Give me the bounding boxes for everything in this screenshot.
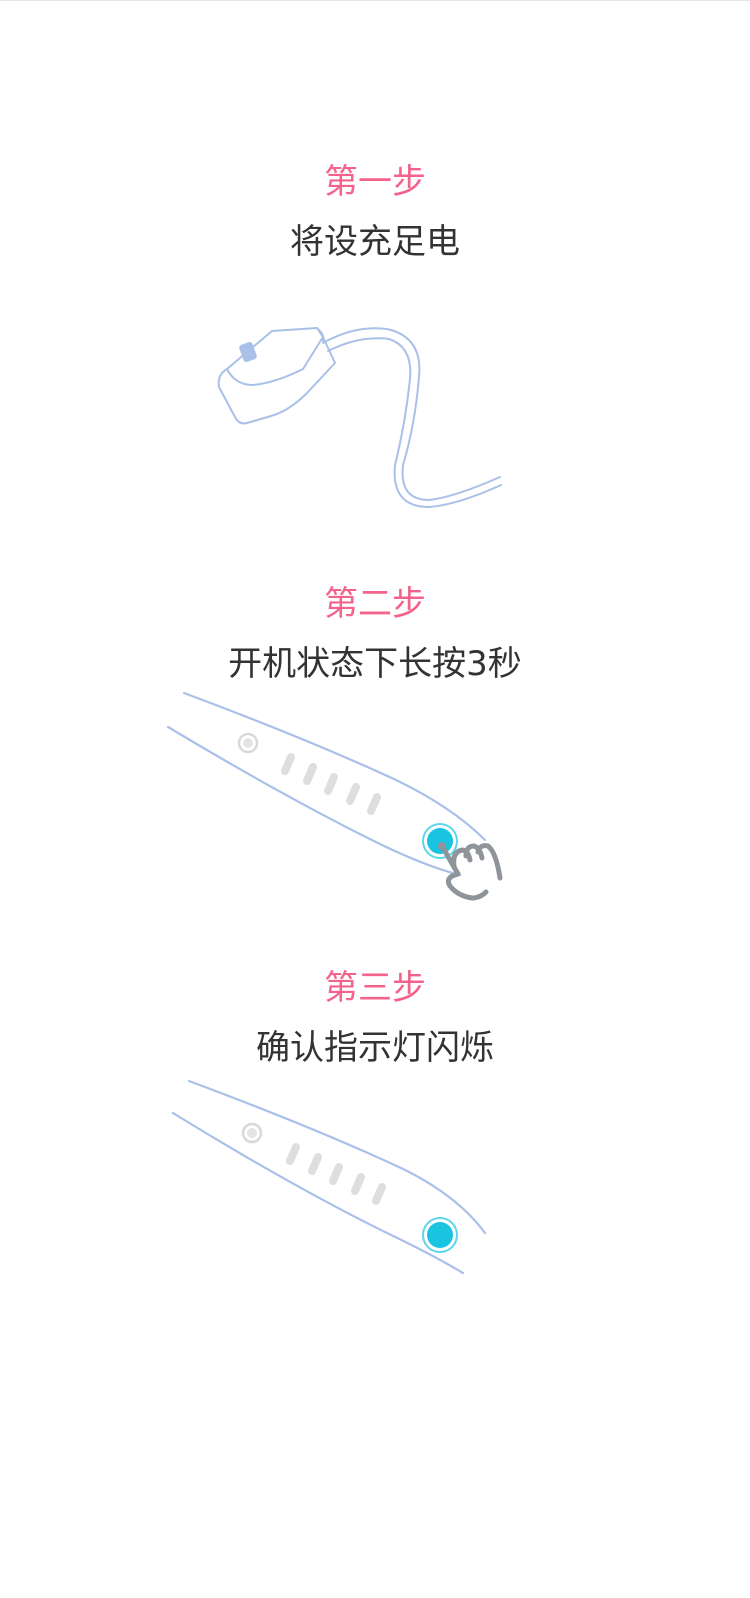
- charger-cable-icon: [217, 327, 502, 508]
- step-1-title: 第一步: [324, 162, 426, 202]
- step-2-description: 开机状态下长按3秒: [228, 644, 522, 684]
- step-3-description: 确认指示灯闪烁: [256, 1028, 494, 1068]
- step-2-title: 第二步: [324, 584, 426, 624]
- step-1-description: 将设充足电: [290, 222, 460, 262]
- step-3-title: 第三步: [324, 968, 426, 1008]
- hand-press-icon: [438, 842, 503, 901]
- device-icon: [171, 1079, 487, 1275]
- top-divider: [0, 0, 750, 1]
